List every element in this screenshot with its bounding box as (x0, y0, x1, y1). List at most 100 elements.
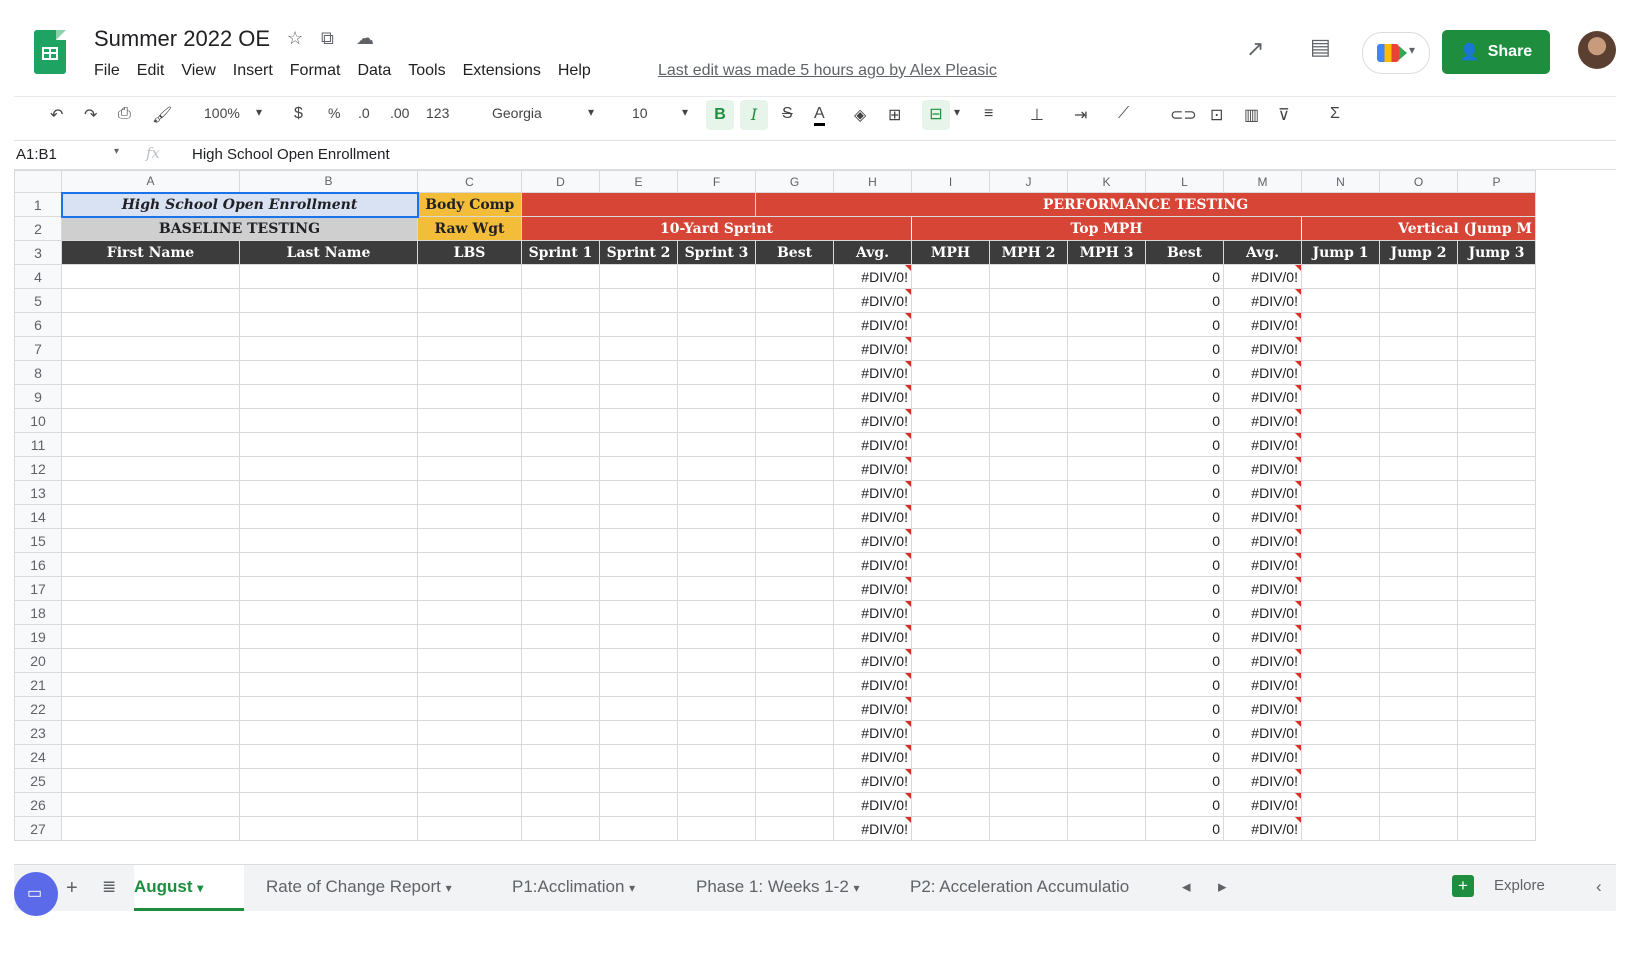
cell[interactable] (417, 288, 522, 313)
column-title[interactable]: First Name (61, 240, 240, 265)
menu-edit[interactable]: Edit (137, 62, 165, 80)
column-header[interactable]: E (599, 170, 678, 193)
cell[interactable] (911, 624, 990, 649)
cell[interactable] (1067, 456, 1146, 481)
cell[interactable] (417, 312, 522, 337)
column-header[interactable]: C (417, 170, 522, 193)
cell[interactable] (61, 312, 240, 337)
cell[interactable]: #DIV/0! (1223, 288, 1302, 313)
cell[interactable] (61, 792, 240, 817)
cell[interactable] (1379, 576, 1458, 601)
cell[interactable] (417, 744, 522, 769)
cell[interactable]: 0 (1145, 576, 1224, 601)
tab-rate-of-change[interactable]: Rate of Change Report ▾ (266, 877, 452, 897)
cell[interactable] (989, 648, 1068, 673)
column-header[interactable]: A (61, 170, 240, 193)
cell[interactable] (599, 768, 678, 793)
cell[interactable] (989, 672, 1068, 697)
cell[interactable]: #DIV/0! (833, 288, 912, 313)
cell[interactable] (61, 384, 240, 409)
cell[interactable] (1301, 720, 1380, 745)
cell[interactable] (239, 768, 418, 793)
cell[interactable] (521, 672, 600, 697)
cell[interactable] (989, 792, 1068, 817)
cell[interactable]: 0 (1145, 816, 1224, 841)
cell[interactable] (755, 624, 834, 649)
chevron-down-icon[interactable]: ▾ (954, 105, 960, 119)
row-header[interactable]: 11 (14, 432, 62, 457)
chevron-down-icon[interactable]: ▾ (114, 146, 119, 157)
cell[interactable] (417, 264, 522, 289)
add-sheet-icon[interactable]: + (66, 877, 78, 900)
cell[interactable] (239, 816, 418, 841)
cell[interactable] (755, 816, 834, 841)
comments-icon[interactable]: ▤ (1310, 34, 1331, 60)
cell[interactable] (1067, 312, 1146, 337)
cell[interactable] (417, 816, 522, 841)
cell[interactable]: #DIV/0! (833, 744, 912, 769)
cell[interactable] (911, 672, 990, 697)
cell[interactable] (417, 360, 522, 385)
meet-button[interactable]: ▾ (1362, 32, 1430, 74)
cell[interactable] (1301, 336, 1380, 361)
cell[interactable] (61, 624, 240, 649)
cell[interactable] (911, 456, 990, 481)
cell[interactable] (1067, 264, 1146, 289)
cell[interactable] (1457, 456, 1536, 481)
column-header[interactable]: H (833, 170, 912, 193)
row-header[interactable]: 8 (14, 360, 62, 385)
row-header[interactable]: 7 (14, 336, 62, 361)
cell[interactable] (911, 648, 990, 673)
cell[interactable] (755, 384, 834, 409)
column-header[interactable]: D (521, 170, 600, 193)
horizontal-align-icon[interactable]: ≡ (984, 105, 993, 123)
cell[interactable] (755, 792, 834, 817)
column-title[interactable]: Jump 1 (1301, 240, 1380, 265)
insert-chart-icon[interactable]: ▥ (1244, 105, 1259, 125)
cell[interactable] (61, 720, 240, 745)
cell[interactable] (521, 792, 600, 817)
cell[interactable]: 0 (1145, 696, 1224, 721)
cell[interactable] (911, 744, 990, 769)
cell[interactable] (1457, 624, 1536, 649)
decrease-decimal-button[interactable]: .0 (358, 105, 370, 121)
cell[interactable] (599, 816, 678, 841)
cell[interactable]: #DIV/0! (833, 384, 912, 409)
cell[interactable] (755, 672, 834, 697)
cell[interactable]: #DIV/0! (1223, 336, 1302, 361)
row-header[interactable]: 12 (14, 456, 62, 481)
cell[interactable] (677, 768, 756, 793)
cell[interactable] (911, 360, 990, 385)
cell[interactable] (1457, 480, 1536, 505)
cell[interactable] (677, 288, 756, 313)
cell[interactable] (599, 432, 678, 457)
cell[interactable] (1457, 336, 1536, 361)
cell[interactable] (61, 264, 240, 289)
cell[interactable] (1067, 792, 1146, 817)
cell[interactable]: #DIV/0! (833, 336, 912, 361)
menu-view[interactable]: View (181, 62, 215, 80)
cell[interactable]: 0 (1145, 720, 1224, 745)
zoom-select[interactable]: 100% (204, 105, 240, 121)
cell[interactable] (1379, 816, 1458, 841)
cell[interactable] (677, 696, 756, 721)
cell[interactable] (755, 600, 834, 625)
cell[interactable] (239, 720, 418, 745)
column-header[interactable]: G (755, 170, 834, 193)
text-wrap-icon[interactable]: ⇥ (1074, 105, 1087, 125)
column-title[interactable]: Jump 2 (1379, 240, 1458, 265)
cell[interactable] (239, 696, 418, 721)
column-title[interactable]: Last Name (239, 240, 418, 265)
cell[interactable] (989, 264, 1068, 289)
merge-cells-icon[interactable]: ⊟ (922, 100, 950, 130)
increase-decimal-button[interactable]: .00 (390, 105, 409, 121)
cell[interactable] (599, 456, 678, 481)
row-header[interactable]: 18 (14, 600, 62, 625)
cell[interactable] (61, 288, 240, 313)
cell[interactable] (1457, 504, 1536, 529)
cell[interactable] (521, 336, 600, 361)
cell[interactable] (989, 600, 1068, 625)
cell[interactable] (521, 264, 600, 289)
cell[interactable] (1457, 360, 1536, 385)
cell[interactable] (521, 744, 600, 769)
